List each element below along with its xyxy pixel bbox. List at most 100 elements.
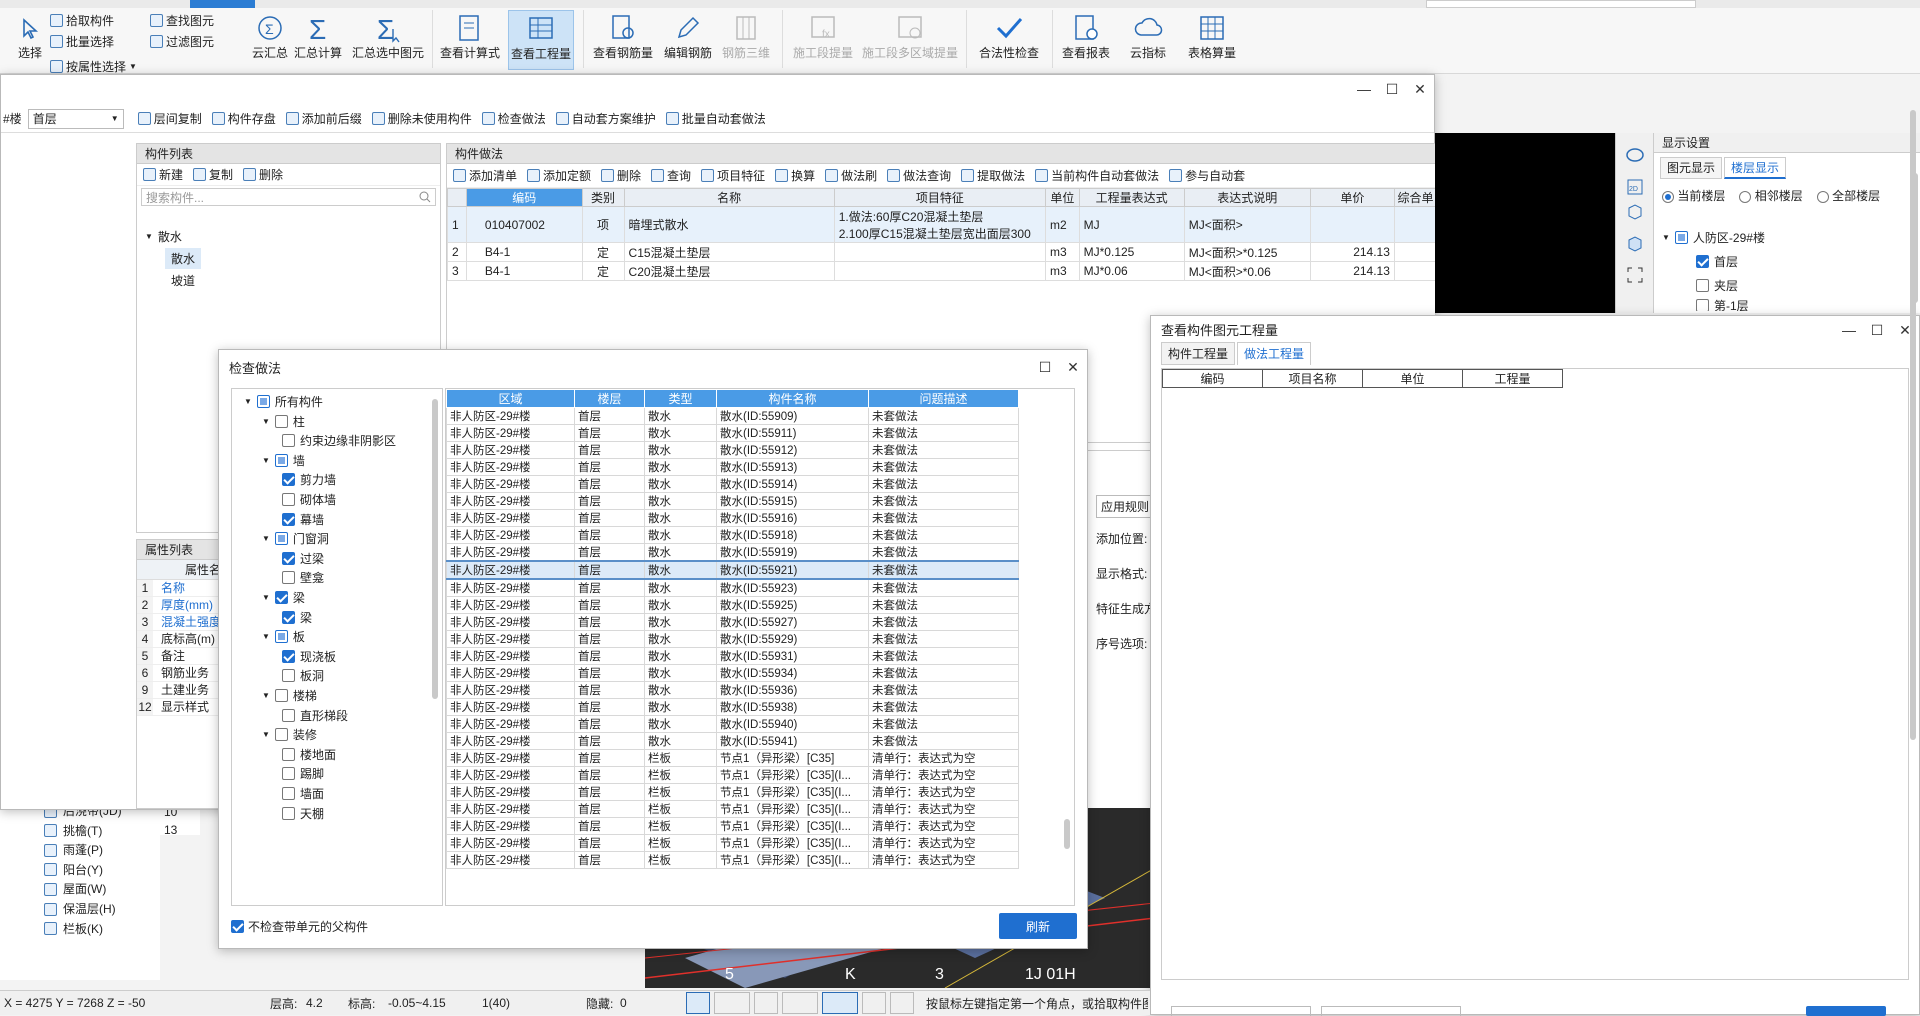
- viewport-dark-area[interactable]: [1435, 133, 1615, 313]
- tab-floor-display[interactable]: 楼层显示: [1724, 157, 1787, 179]
- comp-tool-2[interactable]: 删除: [243, 166, 283, 183]
- main-tool-1[interactable]: 构件存盘: [211, 110, 276, 127]
- issue-row[interactable]: 非人防区-29#楼 首层 散水 散水(ID:55921) 未套做法: [446, 560, 1019, 580]
- method-tool-10[interactable]: 参与自动套: [1169, 167, 1245, 184]
- issue-row[interactable]: 非人防区-29#楼 首层 栏板 节点1（异形梁）[C35] 清单行：表达式为空: [446, 749, 1019, 767]
- nav-item-lower[interactable]: 挑檐(T): [44, 822, 102, 840]
- display-floor-2[interactable]: 夹层: [1696, 277, 1738, 294]
- radio-adjacent-floor[interactable]: 相邻楼层: [1739, 187, 1803, 204]
- qty-col-header[interactable]: 项目名称: [1262, 369, 1363, 388]
- floor-select[interactable]: 首层 ▼: [27, 108, 124, 129]
- method-tool-8[interactable]: 提取做法: [961, 167, 1025, 184]
- issue-row[interactable]: 非人防区-29#楼 首层 栏板 节点1（异形梁）[C35](I... 清单行：表达式为空: [446, 817, 1019, 835]
- issue-row[interactable]: 非人防区-29#楼 首层 散水 散水(ID:55931) 未套做法: [446, 647, 1019, 665]
- main-tool-4[interactable]: 检查做法: [481, 110, 546, 127]
- check-tree-item[interactable]: 壁龛: [282, 569, 324, 586]
- issue-row[interactable]: 非人防区-29#楼 首层 散水 散水(ID:55909) 未套做法: [446, 407, 1019, 425]
- quick-search-input[interactable]: [1426, 0, 1696, 8]
- check-tree-item[interactable]: 楼地面: [282, 746, 336, 763]
- tab-element-display[interactable]: 图元显示: [1660, 157, 1723, 179]
- calc-summary-button[interactable]: Σ 汇总计算: [288, 10, 348, 70]
- radio-all-floor[interactable]: 全部楼层: [1816, 187, 1880, 204]
- comp-tool-1[interactable]: 复制: [193, 166, 233, 183]
- issue-row[interactable]: 非人防区-29#楼 首层 散水 散水(ID:55913) 未套做法: [446, 458, 1019, 476]
- method-tool-2[interactable]: 删除: [601, 167, 641, 184]
- method-tool-0[interactable]: 添加清单: [453, 167, 517, 184]
- cross-snap-icon[interactable]: [754, 992, 778, 1014]
- method-col-header[interactable]: 编码: [465, 188, 583, 207]
- issue-row[interactable]: 非人防区-29#楼 首层 散水 散水(ID:55918) 未套做法: [446, 526, 1019, 544]
- issue-row[interactable]: 非人防区-29#楼 首层 散水 散水(ID:55923) 未套做法: [446, 578, 1019, 597]
- ortho-toggle-icon[interactable]: [686, 992, 710, 1014]
- snap-mode-icon[interactable]: [714, 992, 750, 1014]
- check-tree-item[interactable]: ▼ 门窗洞: [262, 530, 329, 547]
- method-col-header[interactable]: 类别: [581, 188, 625, 207]
- check-tree-item[interactable]: 踢脚: [282, 765, 324, 782]
- method-tool-4[interactable]: 项目特征: [701, 167, 765, 184]
- check-tree-item[interactable]: 现浇板: [282, 648, 336, 665]
- check-tree-item[interactable]: 剪力墙: [282, 471, 336, 488]
- check-tree-item[interactable]: ▼ 梁: [262, 589, 305, 606]
- view-quantity-button[interactable]: 查看工程量: [508, 10, 574, 70]
- check-tree-item[interactable]: ▼ 装修: [262, 726, 317, 743]
- issue-col-header[interactable]: 楼层: [574, 389, 645, 408]
- issue-row[interactable]: 非人防区-29#楼 首层 散水 散水(ID:55914) 未套做法: [446, 475, 1019, 493]
- issue-row[interactable]: 非人防区-29#楼 首层 散水 散水(ID:55919) 未套做法: [446, 543, 1019, 562]
- display-floor-1[interactable]: 首层: [1696, 253, 1738, 270]
- issue-row[interactable]: 非人防区-29#楼 首层 散水 散水(ID:55936) 未套做法: [446, 681, 1019, 699]
- issue-row[interactable]: 非人防区-29#楼 首层 散水 散水(ID:55929) 未套做法: [446, 630, 1019, 648]
- method-tool-5[interactable]: 换算: [775, 167, 815, 184]
- issue-row[interactable]: 非人防区-29#楼 首层 栏板 节点1（异形梁）[C35](I... 清单行：表达式为空: [446, 851, 1019, 869]
- method-col-header[interactable]: 项目特征: [833, 188, 1047, 207]
- print-icon[interactable]: [862, 992, 886, 1014]
- tab-active[interactable]: [190, 0, 255, 8]
- comp-tool-0[interactable]: 新建: [143, 166, 183, 183]
- check-tree-item[interactable]: 墙面: [282, 785, 324, 802]
- check-tree-item[interactable]: 天棚: [282, 805, 324, 822]
- batch-select-button[interactable]: 批量选择: [50, 33, 114, 50]
- minimize-button[interactable]: —: [1835, 316, 1863, 344]
- tree-item-sanshui[interactable]: 散水: [165, 248, 202, 269]
- refresh-button[interactable]: 刷新: [999, 913, 1077, 939]
- attr-select-button[interactable]: 按属性选择 ▼: [50, 58, 137, 75]
- method-col-header[interactable]: 单位: [1045, 188, 1080, 207]
- tree-scrollbar[interactable]: [432, 399, 438, 699]
- method-tool-3[interactable]: 查询: [651, 167, 691, 184]
- tree-item-podao[interactable]: 坡道: [171, 272, 195, 289]
- filter-element-button[interactable]: 过滤图元: [150, 33, 214, 50]
- table-calc-button[interactable]: 表格算量: [1182, 10, 1242, 70]
- calc-selected-button[interactable]: Σ 汇总选中图元: [352, 10, 424, 70]
- radio-current-floor[interactable]: 当前楼层: [1662, 187, 1725, 204]
- display-tree-root[interactable]: ▼ 人防区-29#楼: [1662, 229, 1765, 246]
- check-tree-item[interactable]: 直形梯段: [282, 707, 348, 724]
- check-tree-item[interactable]: 梁: [282, 609, 312, 626]
- main-tool-2[interactable]: 添加前后缀: [285, 110, 362, 127]
- issue-row[interactable]: 非人防区-29#楼 首层 散水 散水(ID:55911) 未套做法: [446, 424, 1019, 442]
- method-col-header[interactable]: 名称: [623, 188, 835, 207]
- method-row[interactable]: 2 B4-1 定 C15混凝土垫层 m3 MJ*0.125 MJ<面积>*0.125 214.…: [447, 242, 1438, 262]
- issue-row[interactable]: 非人防区-29#楼 首层 散水 散水(ID:55915) 未套做法: [446, 492, 1019, 510]
- issue-row[interactable]: 非人防区-29#楼 首层 散水 散水(ID:55916) 未套做法: [446, 509, 1019, 527]
- floor-prefix[interactable]: #楼: [3, 110, 22, 127]
- view-formula-button[interactable]: 查看计算式: [440, 10, 500, 70]
- issue-row[interactable]: 非人防区-29#楼 首层 栏板 节点1（异形梁）[C35](I... 清单行：表达式为空: [446, 766, 1019, 784]
- qty-col-header[interactable]: 单位: [1362, 369, 1463, 388]
- offset-snap-icon[interactable]: [822, 992, 858, 1014]
- cube-solid-icon[interactable]: [1625, 233, 1645, 253]
- method-col-header[interactable]: 单价: [1309, 188, 1395, 207]
- check-tree-item[interactable]: 幕墙: [282, 511, 324, 528]
- issue-col-header[interactable]: 类型: [644, 389, 717, 408]
- issue-row[interactable]: 非人防区-29#楼 首层 散水 散水(ID:55941) 未套做法: [446, 732, 1019, 750]
- minimize-button[interactable]: —: [1350, 75, 1378, 103]
- tab-method-qty[interactable]: 做法工程量: [1237, 342, 1312, 365]
- pick-component-button[interactable]: 拾取构件: [50, 12, 114, 29]
- issue-row[interactable]: 非人防区-29#楼 首层 散水 散水(ID:55927) 未套做法: [446, 613, 1019, 631]
- issue-row[interactable]: 非人防区-29#楼 首层 栏板 节点1（异形梁）[C35](I... 清单行：表达式为空: [446, 783, 1019, 801]
- issue-row[interactable]: 非人防区-29#楼 首层 散水 散水(ID:55940) 未套做法: [446, 715, 1019, 733]
- segment-multi-qty-button[interactable]: 施工段多区域提量: [862, 10, 958, 70]
- check-tree-item[interactable]: ▼ 柱: [262, 413, 305, 430]
- apply-rules-button[interactable]: 应用规则: [1096, 495, 1156, 518]
- main-tool-5[interactable]: 自动套方案维护: [555, 110, 656, 127]
- main-tool-0[interactable]: 层间复制: [137, 110, 202, 127]
- skip-parent-checkbox[interactable]: 不检查带单元的父构件: [231, 918, 368, 935]
